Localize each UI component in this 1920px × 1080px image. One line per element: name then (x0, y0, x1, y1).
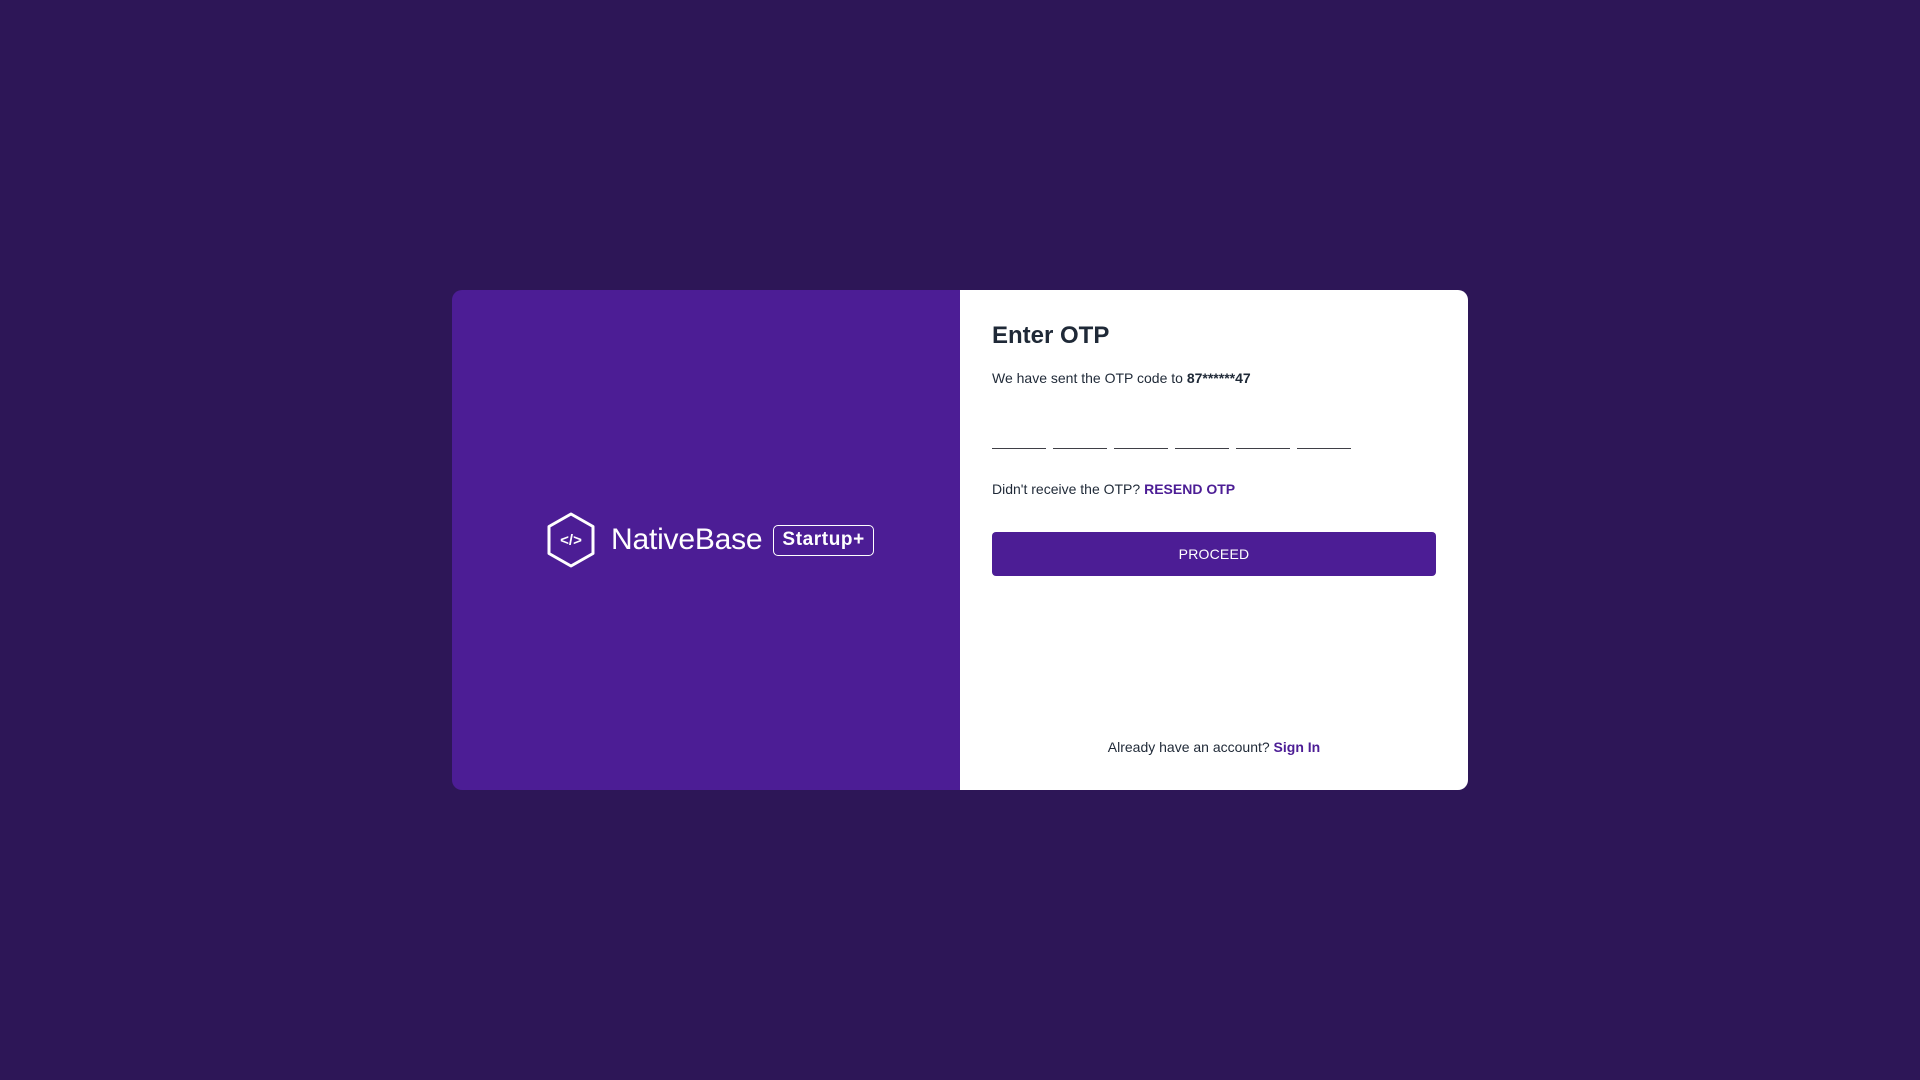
resend-message: Didn't receive the OTP? RESEND OTP (992, 481, 1235, 497)
brand-panel: </> NativeBase Startup+ (452, 290, 960, 790)
otp-digit-4[interactable] (1175, 420, 1229, 449)
otp-digit-3[interactable] (1114, 420, 1168, 449)
signin-prompt: Already have an account? (1107, 739, 1274, 755)
sign-in-link[interactable]: Sign In (1274, 739, 1321, 755)
proceed-button[interactable]: PROCEED (992, 532, 1436, 576)
otp-digit-2[interactable] (1053, 420, 1107, 449)
otp-sent-message: We have sent the OTP code to 87******47 (992, 370, 1251, 386)
resend-otp-link[interactable]: RESEND OTP (1144, 481, 1235, 497)
otp-sent-prefix: We have sent the OTP code to (992, 370, 1187, 386)
brand-badge: Startup+ (773, 524, 874, 556)
otp-input-group (992, 420, 1358, 449)
resend-prompt: Didn't receive the OTP? (992, 481, 1145, 497)
form-panel: Enter OTP We have sent the OTP code to 8… (960, 290, 1468, 790)
hexagon-code-icon: </> (547, 512, 595, 568)
logo-glyph: </> (560, 532, 582, 549)
masked-phone-number: 87******47 (1186, 370, 1251, 386)
page-title: Enter OTP (992, 322, 1110, 349)
otp-digit-6[interactable] (1297, 420, 1351, 449)
signin-message: Already have an account? Sign In (960, 739, 1468, 755)
brand-name: NativeBase (611, 523, 763, 556)
otp-digit-5[interactable] (1236, 420, 1290, 449)
otp-digit-1[interactable] (992, 420, 1046, 449)
otp-card: </> NativeBase Startup+ Enter OTP We hav… (452, 290, 1468, 790)
brand-logo: </> NativeBase Startup+ (546, 512, 874, 568)
